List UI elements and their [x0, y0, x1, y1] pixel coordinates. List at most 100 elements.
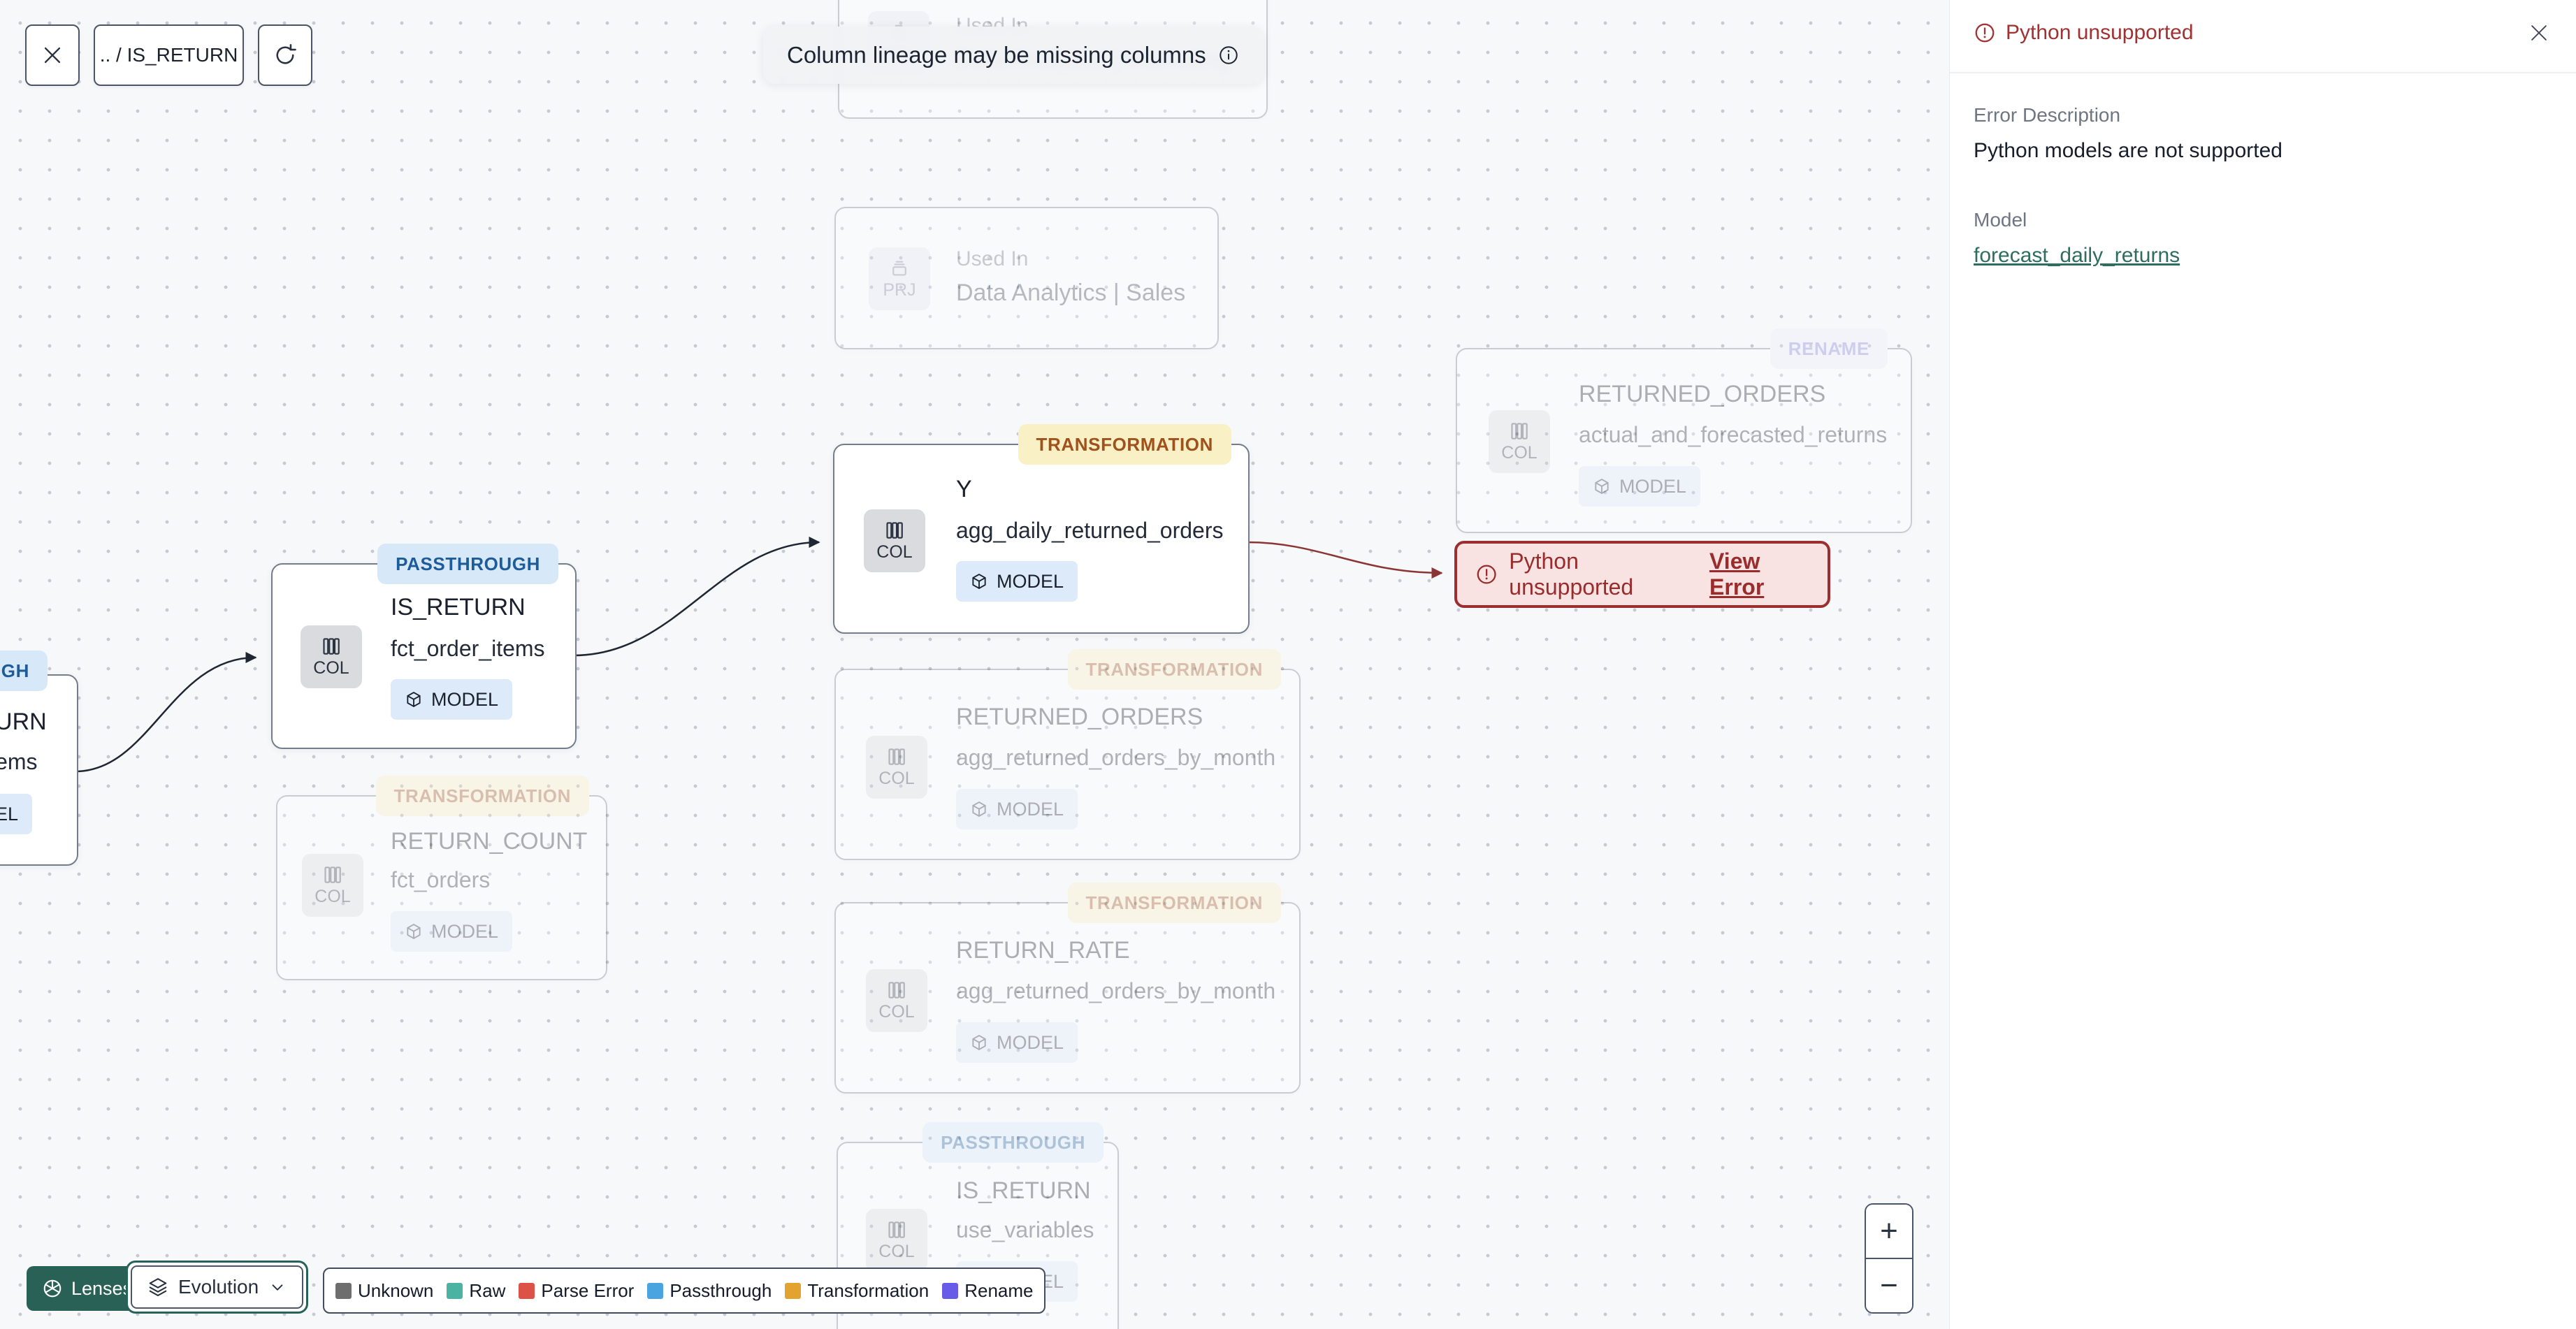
legend-item-raw: Raw: [447, 1280, 505, 1302]
column-chip: COL: [1489, 410, 1550, 473]
edge-cut-to-isreturn: [75, 651, 257, 773]
breadcrumb-label: .. / IS_RETURN: [99, 44, 238, 66]
lineage-node-return-rate[interactable]: TRANSFORMATION COL RETURN_RATE agg_retur…: [834, 883, 1301, 1094]
node-subtitle: fct_order_items: [0, 749, 38, 774]
legend-swatch: [519, 1282, 535, 1299]
node-subtitle: Data Analytics | Sales: [956, 279, 1186, 306]
column-chip: COL: [301, 625, 362, 688]
aperture-icon: [42, 1278, 63, 1299]
cube-icon: [1593, 477, 1611, 495]
lineage-node-isreturn-cut[interactable]: PASSTHROUGH IS_RETURN fct_order_items MO…: [0, 651, 78, 866]
node-title: IS_RETURN: [956, 1177, 1091, 1204]
lineage-canvas[interactable]: PRJ Used In Data Analytics | Marketing P…: [0, 0, 1950, 1329]
legend-swatch: [647, 1282, 664, 1299]
edge-agg-to-error: [1246, 541, 1443, 579]
lineage-node-agg-daily[interactable]: TRANSFORMATION COL Y agg_daily_returned_…: [833, 424, 1250, 634]
cube-icon: [970, 572, 988, 590]
column-chip: COL: [866, 969, 927, 1032]
close-panel-icon[interactable]: [2527, 21, 2551, 45]
alert-circle-icon: [1974, 22, 1996, 44]
zoom-in-button[interactable]: +: [1866, 1205, 1912, 1258]
panel-title-row: Python unsupported: [1974, 21, 2194, 45]
columns-icon: [884, 520, 905, 541]
lineage-node-isreturn[interactable]: PASSTHROUGH COL IS_RETURN fct_order_item…: [271, 544, 577, 749]
chevron-down-icon: [268, 1278, 287, 1296]
error-node-python-unsupported[interactable]: Python unsupported View Error: [1454, 541, 1830, 608]
model-chip: MODEL: [0, 794, 33, 834]
node-title: Used In: [956, 247, 1029, 270]
zoom-out-button[interactable]: −: [1866, 1259, 1912, 1312]
cube-icon: [970, 1033, 988, 1052]
zoom-controls: + −: [1865, 1203, 1913, 1314]
lineage-warning-tooltip: Column lineage may be missing columns: [763, 27, 1264, 84]
lens-dropdown[interactable]: Evolution: [126, 1261, 309, 1314]
legend-swatch: [942, 1282, 959, 1299]
model-link[interactable]: forecast_daily_returns: [1974, 244, 2180, 268]
edge-isreturn-to-agg: [573, 536, 820, 657]
columns-icon: [886, 1219, 907, 1240]
model-label: Model: [1974, 209, 2027, 231]
refresh-icon: [273, 43, 298, 68]
legend-item-transformation: Transformation: [785, 1280, 929, 1302]
project-chip: PRJ: [869, 247, 930, 310]
node-title: RETURNED_ORDERS: [1579, 381, 1826, 407]
node-subtitle: fct_orders: [391, 867, 491, 892]
node-subtitle: fct_order_items: [391, 636, 545, 661]
node-title: RETURNED_ORDERS: [956, 704, 1203, 730]
error-description-text: Python models are not supported: [1974, 139, 2282, 162]
error-detail-panel: Python unsupported Error Description Pyt…: [1950, 0, 2576, 1329]
columns-icon: [321, 636, 342, 657]
info-icon[interactable]: [1217, 44, 1240, 66]
view-error-link[interactable]: View Error: [1709, 549, 1809, 600]
lens-selected-label: Evolution: [178, 1276, 259, 1298]
lineage-node-returned-orders-month[interactable]: TRANSFORMATION COL RETURNED_ORDERS agg_r…: [834, 649, 1301, 860]
close-lineage-button[interactable]: [25, 24, 80, 86]
node-subtitle: actual_and_forecasted_returns: [1579, 422, 1888, 447]
evolution-layers-icon: [147, 1277, 168, 1298]
tooltip-text: Column lineage may be missing columns: [787, 42, 1206, 68]
node-subtitle: agg_returned_orders_by_month: [956, 978, 1276, 1003]
legend-item-unknown: Unknown: [335, 1280, 433, 1302]
model-chip: MODEL: [956, 561, 1078, 602]
cube-icon: [405, 690, 423, 709]
columns-icon: [886, 746, 907, 767]
legend-swatch: [785, 1282, 802, 1299]
chip-label: PRJ: [883, 279, 916, 300]
model-chip: MODEL: [391, 679, 513, 720]
node-title: IS_RETURN: [391, 594, 526, 620]
column-chip: COL: [866, 736, 927, 799]
lens-legend: Unknown Raw Parse Error Passthrough Tran…: [323, 1268, 1046, 1314]
lineage-node-usedin-sales[interactable]: PRJ Used In Data Analytics | Sales: [834, 207, 1219, 349]
alert-circle-icon: [1475, 562, 1498, 587]
node-title: RETURN_COUNT: [391, 828, 588, 855]
lineage-node-returned-orders-forecast[interactable]: RENAME COL RETURNED_ORDERS actual_and_fo…: [1456, 328, 1912, 533]
model-chip: MODEL: [1579, 466, 1701, 507]
breadcrumb[interactable]: .. / IS_RETURN: [94, 24, 244, 86]
edge-type-badge: TRANSFORMATION: [375, 776, 589, 816]
node-title: RETURN_RATE: [956, 937, 1130, 964]
refresh-button[interactable]: [258, 24, 312, 86]
node-subtitle: agg_returned_orders_by_month: [956, 745, 1276, 770]
columns-icon: [886, 980, 907, 1001]
lenses-label: Lenses: [71, 1277, 133, 1299]
lineage-node-return-count[interactable]: TRANSFORMATION COL RETURN_COUNT fct_orde…: [276, 776, 607, 980]
legend-item-parse-error: Parse Error: [519, 1280, 634, 1302]
node-title: Y: [956, 476, 972, 502]
columns-icon: [1509, 421, 1530, 442]
edge-type-badge: RENAME: [1770, 328, 1888, 369]
legend-swatch: [335, 1282, 352, 1299]
edge-type-badge: TRANSFORMATION: [1067, 649, 1281, 690]
node-subtitle: use_variables: [956, 1217, 1094, 1242]
panel-title: Python unsupported: [2006, 21, 2194, 44]
error-label: Python unsupported: [1509, 549, 1634, 600]
cube-icon: [970, 800, 988, 818]
edge-type-badge: PASSTHROUGH: [0, 651, 48, 691]
error-description-label: Error Description: [1974, 104, 2121, 126]
column-chip: COL: [866, 1209, 927, 1272]
edge-type-badge: TRANSFORMATION: [1067, 883, 1281, 923]
columns-icon: [322, 864, 343, 885]
close-icon: [41, 43, 64, 67]
legend-swatch: [447, 1282, 463, 1299]
edge-type-badge: TRANSFORMATION: [1018, 424, 1231, 465]
node-subtitle: agg_daily_returned_orders: [956, 518, 1224, 543]
